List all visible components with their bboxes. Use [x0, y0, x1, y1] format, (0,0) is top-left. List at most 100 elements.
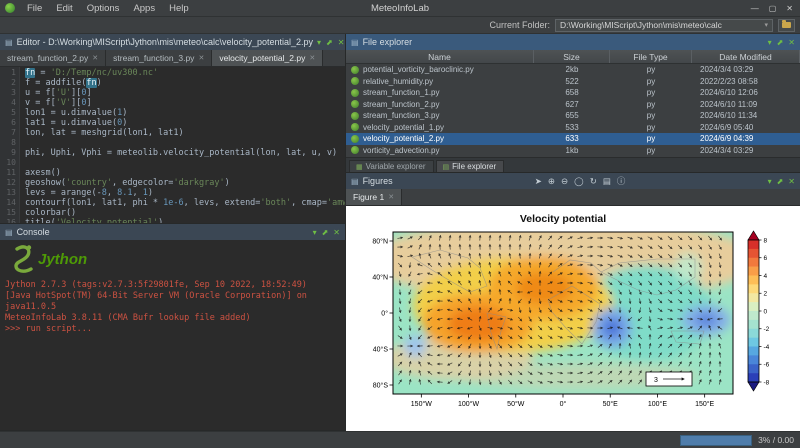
line-number: 6 [0, 118, 16, 128]
tab-variable-explorer[interactable]: ▦Variable explorer [349, 160, 434, 172]
panel-close-icon[interactable]: ✕ [333, 228, 340, 237]
code-line: axesm() [25, 168, 345, 178]
panel-float-icon[interactable]: ⬈ [326, 38, 333, 47]
current-folder-label: Current Folder: [489, 20, 550, 30]
editor-tab-velocity_potential_2.py[interactable]: velocity_potential_2.py✕ [212, 50, 323, 66]
save-icon[interactable]: ▤ [603, 176, 611, 187]
console-panel: ▤ Console ▾ ⬈ ✕ Jython Jython 2.7.3 (tag… [0, 224, 345, 431]
tab-close-icon[interactable]: ✕ [309, 54, 315, 62]
file-name: stream_function_3.py [363, 111, 440, 120]
file-explorer-icon: ▤ [351, 38, 359, 47]
tab-close-icon[interactable]: ✕ [388, 193, 394, 201]
panel-float-icon[interactable]: ⬈ [322, 228, 329, 237]
maximize-icon[interactable]: ▢ [769, 4, 777, 13]
line-number: 2 [0, 78, 16, 88]
table-row[interactable]: velocity_potential_2.py633py2024/6/9 04:… [346, 133, 800, 145]
file-type-cell: py [610, 134, 692, 143]
table-row[interactable]: relative_humidity.py522py2022/2/23 08:58 [346, 76, 800, 88]
svg-text:8: 8 [764, 237, 768, 244]
code-line: title('Velocity potential') [25, 218, 345, 223]
column-header-size[interactable]: Size [534, 50, 610, 63]
line-number: 8 [0, 138, 16, 148]
file-date-cell: 2024/3/4 03:29 [692, 146, 800, 155]
panel-minimize-icon[interactable]: ▾ [768, 38, 772, 47]
menu-file[interactable]: File [20, 2, 49, 15]
jython-logo-text: Jython [38, 251, 87, 268]
tab-file-explorer[interactable]: ▤File explorer [436, 160, 505, 172]
console-line: Jython 2.7.3 (tags:v2.7.3:5f29801fe, Sep… [5, 280, 340, 291]
file-name-cell: velocity_potential_2.py [346, 134, 534, 143]
menu-options[interactable]: Options [80, 2, 127, 15]
console-lines: Jython 2.7.3 (tags:v2.7.3:5f29801fe, Sep… [5, 280, 340, 335]
svg-text:-8: -8 [764, 379, 770, 386]
status-bar: 3% / 0.00 [0, 431, 800, 448]
table-row[interactable]: vorticity_advection.py1kbpy2024/3/4 03:2… [346, 145, 800, 157]
svg-text:-2: -2 [764, 326, 770, 333]
table-row[interactable]: potential_vorticity_baroclinic.py2kbpy20… [346, 64, 800, 76]
column-header-name[interactable]: Name [346, 50, 534, 63]
table-row[interactable]: velocity_potential_1.py533py2024/6/9 05:… [346, 122, 800, 134]
app-logo-icon [5, 3, 15, 13]
menu-help[interactable]: Help [162, 2, 196, 15]
menu-edit[interactable]: Edit [49, 2, 79, 15]
code-line: levs = arange(-8, 8.1, 1) [25, 188, 345, 198]
column-header-date-modified[interactable]: Date Modified [692, 50, 800, 63]
code-line: phi, Uphi, Vphi = meteolib.velocity_pote… [25, 148, 345, 158]
file-size-cell: 633 [534, 134, 610, 143]
table-row[interactable]: stream_function_2.py627py2024/6/10 11:09 [346, 99, 800, 111]
file-name: stream_function_1.py [363, 88, 440, 97]
figure-tab[interactable]: Figure 1 ✕ [346, 189, 402, 205]
rotate-icon[interactable]: ↻ [590, 176, 597, 187]
editor-tab-stream_function_2.py[interactable]: stream_function_2.py✕ [0, 50, 106, 66]
line-number: 1 [0, 68, 16, 78]
python-file-icon [351, 100, 359, 108]
code-text-area[interactable]: fn = 'D:/Temp/nc/uv300.nc'f = addfile(fn… [20, 67, 345, 223]
panel-close-icon[interactable]: ✕ [788, 38, 795, 47]
file-type-cell: py [610, 111, 692, 120]
current-folder-dropdown[interactable]: D:\Working\MIScript\Jython\mis\meteo\cal… [555, 19, 773, 32]
x-axis: 150°W100°W50°W0°50°E100°E150°E [411, 394, 715, 408]
table-row[interactable]: stream_function_1.py658py2024/6/10 12:06 [346, 87, 800, 99]
browse-folder-button[interactable] [778, 19, 795, 32]
python-file-icon [351, 112, 359, 120]
panel-minimize-icon[interactable]: ▾ [313, 228, 317, 237]
line-number: 11 [0, 168, 16, 178]
info-icon[interactable]: ⓘ [617, 175, 626, 187]
console-icon: ▤ [5, 228, 13, 237]
file-date-cell: 2024/6/9 04:39 [692, 134, 800, 143]
progress-text: 3% / 0.00 [758, 435, 794, 445]
minimize-icon[interactable]: — [751, 4, 759, 13]
panel-float-icon[interactable]: ⬈ [777, 38, 784, 47]
file-name: stream_function_2.py [363, 100, 440, 109]
editor-tab-stream_function_3.py[interactable]: stream_function_3.py✕ [106, 50, 212, 66]
file-explorer-title: File explorer [363, 37, 413, 47]
console-output[interactable]: Jython Jython 2.7.3 (tags:v2.7.3:5f29801… [0, 240, 345, 430]
table-row[interactable]: stream_function_3.py655py2024/6/10 11:34 [346, 110, 800, 122]
svg-text:80°N: 80°N [372, 237, 388, 245]
zoom-in-icon[interactable]: ⊕ [548, 176, 555, 187]
svg-text:0°: 0° [560, 400, 567, 408]
figure-tab-label: Figure 1 [353, 192, 384, 202]
right-column: ▤ File explorer ▾ ⬈ ✕ NameSizeFile TypeD… [346, 34, 800, 431]
python-file-icon [351, 135, 359, 143]
panel-minimize-icon[interactable]: ▾ [768, 177, 772, 186]
code-line [25, 158, 345, 168]
select-arrow-icon[interactable]: ➤ [535, 176, 542, 187]
line-number: 7 [0, 128, 16, 138]
panel-close-icon[interactable]: ✕ [788, 177, 795, 186]
close-icon[interactable]: ✕ [786, 4, 793, 13]
tab-close-icon[interactable]: ✕ [198, 54, 204, 62]
tab-close-icon[interactable]: ✕ [92, 54, 98, 62]
panel-close-icon[interactable]: ✕ [338, 38, 345, 47]
figure-canvas[interactable]: Velocity potential [346, 206, 800, 431]
panel-float-icon[interactable]: ⬈ [777, 177, 784, 186]
globe-icon[interactable]: ◯ [574, 176, 584, 187]
column-header-file-type[interactable]: File Type [610, 50, 692, 63]
panel-minimize-icon[interactable]: ▾ [317, 38, 321, 47]
file-size-cell: 522 [534, 77, 610, 86]
code-line: f = addfile(fn) [25, 78, 345, 88]
python-file-icon [351, 89, 359, 97]
zoom-out-icon[interactable]: ⊖ [561, 176, 568, 187]
file-type-cell: py [610, 65, 692, 74]
menu-apps[interactable]: Apps [126, 2, 162, 15]
